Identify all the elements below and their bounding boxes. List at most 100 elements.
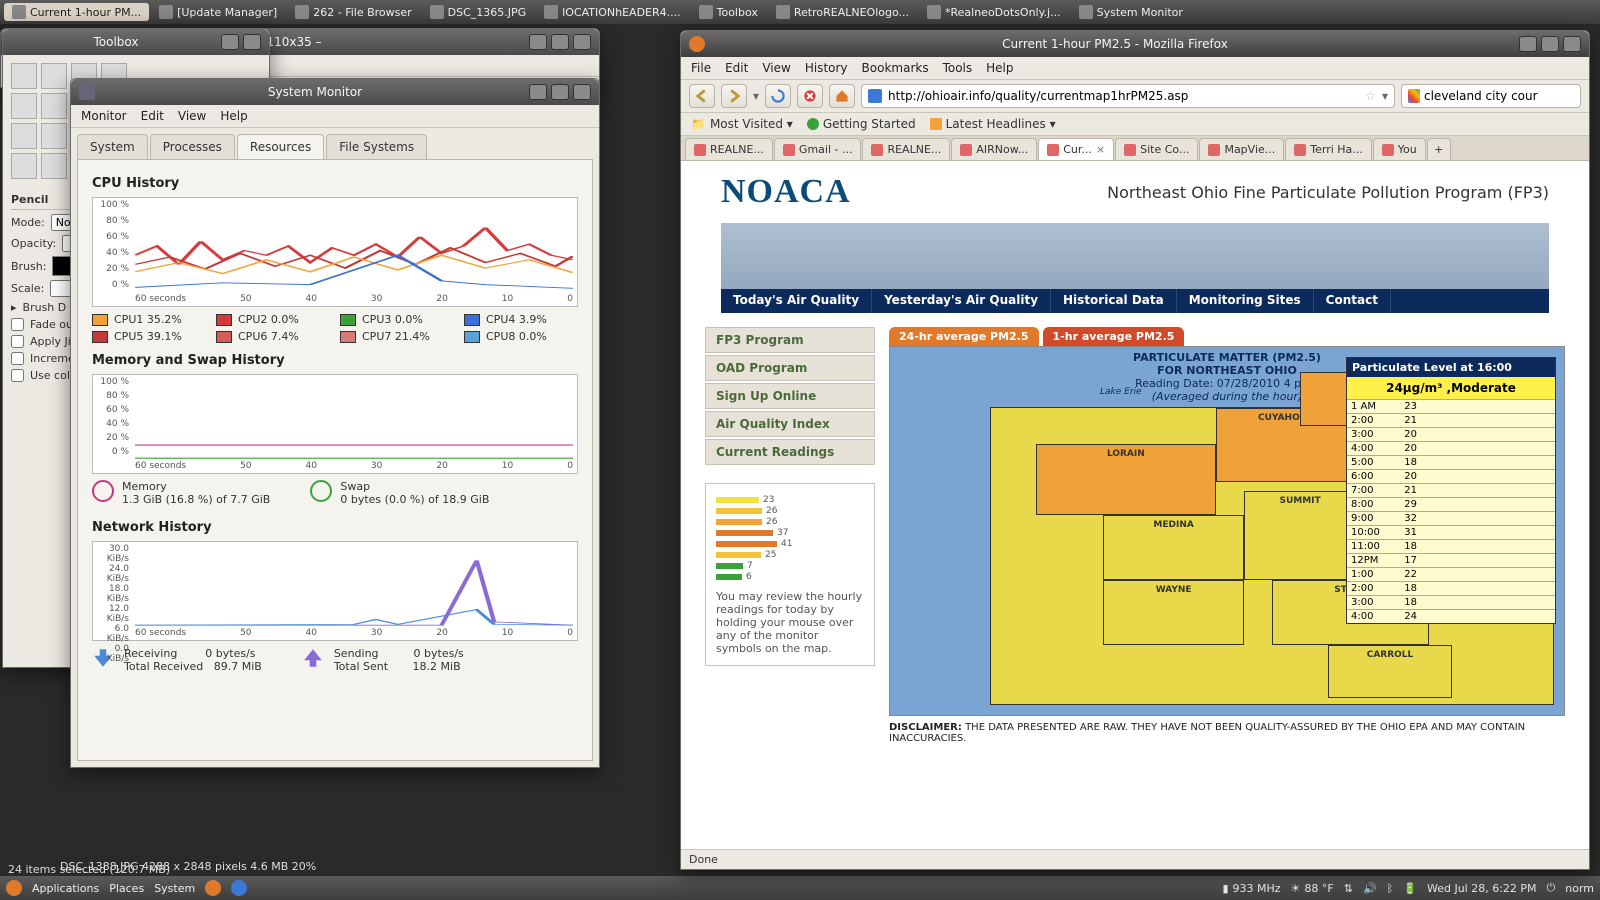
url-bar[interactable]: ☆ ▾ [861,84,1395,108]
sidebar-aqi[interactable]: Air Quality Index [705,411,875,437]
menu-edit[interactable]: Edit [141,109,164,123]
maximize-button[interactable] [551,34,569,50]
minimize-button[interactable] [529,34,547,50]
menu-file[interactable]: File [691,61,711,75]
volume-icon[interactable]: 🔊 [1363,882,1377,895]
forward-button[interactable] [721,84,747,108]
cpu-legend-item[interactable]: CPU4 3.9% [464,313,578,326]
minimize-button[interactable] [1519,36,1537,52]
tool-button[interactable] [11,153,37,179]
battery-icon[interactable]: 🔋 [1403,882,1417,895]
cpu-legend-item[interactable]: CPU8 0.0% [464,330,578,343]
tool-button[interactable] [11,63,37,89]
url-dropdown-icon[interactable]: ▾ [1382,89,1388,103]
ubuntu-icon[interactable] [6,880,22,896]
bluetooth-icon[interactable]: ᛒ [1387,882,1394,895]
opt-jitter-check[interactable] [11,335,24,348]
clock[interactable]: Wed Jul 28, 6:22 PM [1427,882,1537,895]
bookmark-getting-started[interactable]: Getting Started [807,117,916,131]
task-update-manager[interactable]: [Update Manager] [151,3,285,21]
url-input[interactable] [888,89,1359,103]
task-image-dsc[interactable]: DSC_1365.JPG [422,3,535,21]
minimize-button[interactable] [529,84,547,100]
browser-tab[interactable]: REALNE... [862,138,950,160]
reload-button[interactable] [765,84,791,108]
system-menu[interactable]: System [154,882,195,895]
menu-help[interactable]: Help [220,109,247,123]
new-tab-button[interactable]: + [1427,138,1451,160]
tool-button[interactable] [41,123,67,149]
cpu-legend-item[interactable]: CPU7 21.4% [340,330,454,343]
task-realneodots[interactable]: *RealneoDotsOnly.j... [919,3,1069,21]
browser-tab[interactable]: AIRNow... [951,138,1037,160]
tab-close-icon[interactable]: × [1096,143,1105,156]
back-button[interactable] [689,84,715,108]
opt-usecolor-check[interactable] [11,369,24,382]
sidebar-oad[interactable]: OAD Program [705,355,875,381]
close-button[interactable] [573,34,591,50]
menu-help[interactable]: Help [986,61,1013,75]
tool-button[interactable] [41,93,67,119]
nav-historical[interactable]: Historical Data [1051,289,1177,313]
network-icon[interactable]: ⇅ [1344,882,1353,895]
browser-tab[interactable]: Gmail - ... [774,138,862,160]
stop-button[interactable] [797,84,823,108]
maximize-button[interactable] [1541,36,1559,52]
bookmark-star-icon[interactable]: ☆ [1365,89,1376,103]
menu-view[interactable]: View [178,109,206,123]
tab-resources[interactable]: Resources [237,134,324,159]
tool-button[interactable] [41,153,67,179]
menu-history[interactable]: History [805,61,848,75]
nav-monitoring[interactable]: Monitoring Sites [1177,289,1314,313]
browser-tab[interactable]: Site Co... [1115,138,1198,160]
browser-tab[interactable]: You [1373,138,1426,160]
home-button[interactable] [829,84,855,108]
cpu-legend-item[interactable]: CPU3 0.0% [340,313,454,326]
search-bar[interactable] [1401,84,1581,108]
cpu-freq-applet[interactable]: ▮933 MHz [1222,882,1280,895]
tool-button[interactable] [41,63,67,89]
history-dropdown-icon[interactable]: ▾ [753,89,759,103]
menu-tools[interactable]: Tools [943,61,973,75]
browser-tab[interactable]: Cur...× [1038,138,1114,160]
tool-button[interactable] [11,123,37,149]
minimize-button[interactable] [221,34,239,50]
nav-contact[interactable]: Contact [1314,289,1391,313]
task-retrorealneo[interactable]: RetroREALNEOlogo... [768,3,917,21]
user-menu[interactable]: norm [1565,882,1594,895]
expander-icon[interactable]: ▸ [11,301,17,314]
task-locationheader[interactable]: lOCATIONhEADER4.... [536,3,688,21]
browser-tab[interactable]: MapVie... [1199,138,1284,160]
weather-applet[interactable]: ☀88 °F [1291,882,1334,895]
opt-brush-dynamics[interactable]: Brush D [23,301,67,314]
close-button[interactable] [1563,36,1581,52]
help-icon[interactable] [231,880,247,896]
places-menu[interactable]: Places [109,882,144,895]
sidebar-readings[interactable]: Current Readings [705,439,875,465]
menu-bookmarks[interactable]: Bookmarks [862,61,929,75]
tool-button[interactable] [11,93,37,119]
close-button[interactable] [243,34,261,50]
tab-processes[interactable]: Processes [150,134,235,159]
browser-tab[interactable]: REALNE... [685,138,773,160]
bookmark-latest-headlines[interactable]: Latest Headlines ▾ [930,117,1056,131]
menu-edit[interactable]: Edit [725,61,748,75]
maximize-button[interactable] [551,84,569,100]
opt-fadeout-check[interactable] [11,318,24,331]
nav-yesterday[interactable]: Yesterday's Air Quality [872,289,1051,313]
task-file-browser[interactable]: 262 - File Browser [287,3,419,21]
menu-monitor[interactable]: Monitor [81,109,127,123]
sidebar-signup[interactable]: Sign Up Online [705,383,875,409]
cpu-legend-item[interactable]: CPU1 35.2% [92,313,206,326]
task-system-monitor[interactable]: System Monitor [1071,3,1191,21]
bookmark-most-visited[interactable]: 📁Most Visited ▾ [691,117,793,131]
close-button[interactable] [573,84,591,100]
nav-today[interactable]: Today's Air Quality [721,289,872,313]
task-firefox[interactable]: Current 1-hour PM... [4,3,149,21]
opt-incremental-check[interactable] [11,352,24,365]
tab-filesystems[interactable]: File Systems [326,134,427,159]
cpu-legend-item[interactable]: CPU2 0.0% [216,313,330,326]
cpu-legend-item[interactable]: CPU6 7.4% [216,330,330,343]
sidebar-fp3[interactable]: FP3 Program [705,327,875,353]
tab-1hr[interactable]: 1-hr average PM2.5 [1043,327,1185,346]
